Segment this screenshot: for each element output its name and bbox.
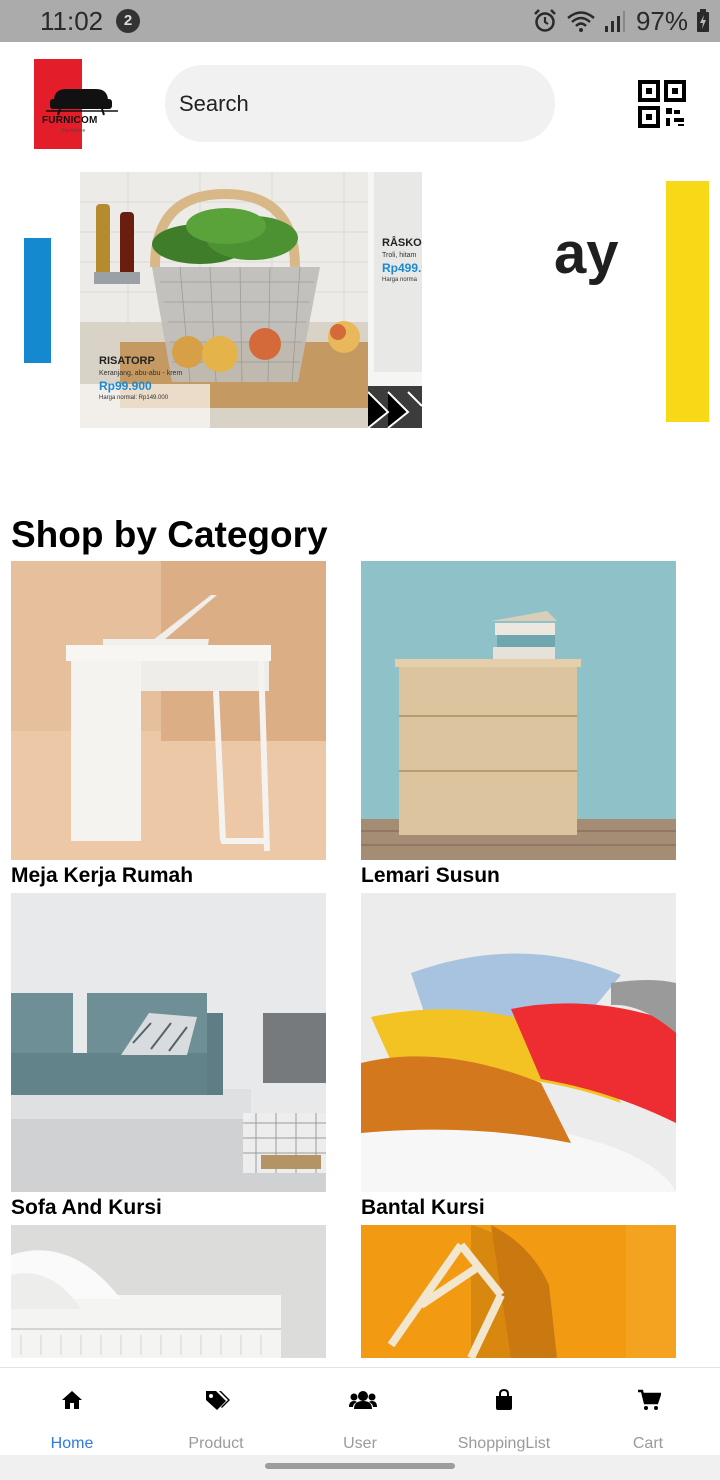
logo-tagline: Furniture bbox=[62, 128, 86, 134]
promo-product-desc: Keranjang, abu-abu - krem bbox=[99, 370, 183, 377]
category-image[interactable] bbox=[361, 1225, 676, 1358]
promo2-product-desc: Troli, hitam bbox=[382, 252, 417, 259]
nav-label: Cart bbox=[632, 1435, 664, 1452]
nav-item-user[interactable]: User bbox=[288, 1368, 432, 1456]
logo-wordmark: FURNICOM bbox=[42, 115, 98, 126]
banner-blue-bar bbox=[24, 238, 51, 363]
desk-photo bbox=[11, 561, 326, 860]
promo-normal-price: Harga normal: Rp149.000 bbox=[99, 395, 169, 401]
status-icons: 97% bbox=[524, 6, 710, 36]
category-label: Meja Kerja Rumah bbox=[11, 864, 194, 887]
category-image[interactable] bbox=[11, 561, 326, 860]
category-image[interactable] bbox=[11, 1225, 326, 1358]
category-card-sofa-kursi[interactable]: Sofa And Kursi bbox=[11, 893, 326, 1220]
promo2-product-price: Rp499.0 bbox=[382, 261, 422, 275]
nav-label: User bbox=[343, 1435, 377, 1452]
banner-partial-text: ay bbox=[554, 221, 619, 286]
home-icon bbox=[62, 1391, 82, 1409]
dresser-photo bbox=[361, 561, 676, 860]
category-card-bantal-kursi[interactable]: Bantal Kursi bbox=[361, 893, 676, 1220]
notification-badge: 2 bbox=[116, 9, 140, 33]
category-card-tempat-tidur[interactable] bbox=[11, 1225, 326, 1358]
section-title: Shop by Category bbox=[11, 514, 328, 555]
mattress-photo bbox=[11, 1225, 326, 1358]
battery-charging-icon bbox=[697, 9, 709, 32]
nav-item-shoppinglist[interactable]: ShoppingList bbox=[432, 1368, 576, 1456]
chair-photo bbox=[361, 1225, 676, 1358]
tags-icon bbox=[206, 1391, 230, 1410]
promo-product-name: RISATORP bbox=[99, 355, 155, 367]
app-header: FURNICOM Furniture Search bbox=[0, 42, 720, 168]
category-card-meja-kerja[interactable]: Meja Kerja Rumah bbox=[11, 561, 326, 888]
wifi-icon bbox=[567, 11, 595, 32]
furnicom-logo[interactable]: FURNICOM Furniture bbox=[34, 59, 122, 149]
promo-image-rasko[interactable]: RÅSKO Troli, hitam Rp499.0 Harga norma bbox=[368, 172, 422, 428]
status-bar: 11:02 2 97% bbox=[0, 0, 720, 42]
category-card-lemari-susun[interactable]: Lemari Susun bbox=[361, 561, 676, 888]
qr-code-icon[interactable] bbox=[638, 80, 686, 128]
cushions-photo bbox=[361, 893, 676, 1192]
nav-item-home[interactable]: Home bbox=[0, 1368, 144, 1456]
promo2-normal-price: Harga norma bbox=[382, 277, 418, 283]
category-label: Sofa And Kursi bbox=[11, 1196, 162, 1219]
nav-label: ShoppingList bbox=[457, 1435, 551, 1452]
nav-item-product[interactable]: Product bbox=[144, 1368, 288, 1456]
cart-trolley-photo bbox=[368, 172, 422, 428]
category-image[interactable] bbox=[361, 893, 676, 1192]
nav-label: Product bbox=[188, 1435, 244, 1452]
sofa-photo bbox=[11, 893, 326, 1192]
promo2-product-name: RÅSKO bbox=[382, 237, 422, 249]
promo-product-price: Rp99.900 bbox=[99, 379, 152, 393]
banner-yellow-bar bbox=[666, 181, 709, 422]
promo-image-risatorp[interactable]: RISATORP Keranjang, abu-abu - krem Rp99.… bbox=[80, 172, 368, 428]
search-input[interactable]: Search bbox=[165, 65, 555, 142]
bottom-navigation: Home Product User ShoppingList Cart bbox=[0, 1367, 720, 1455]
gesture-area bbox=[0, 1455, 720, 1480]
users-icon bbox=[349, 1391, 377, 1409]
search-placeholder: Search bbox=[179, 91, 249, 116]
battery-percent: 97% bbox=[635, 5, 688, 36]
promo-banner-carousel[interactable]: RISATORP Keranjang, abu-abu - krem Rp99.… bbox=[0, 168, 720, 438]
category-image[interactable] bbox=[11, 893, 326, 1192]
signal-icon bbox=[604, 11, 625, 32]
nav-item-cart[interactable]: Cart bbox=[576, 1368, 720, 1456]
gesture-handle[interactable] bbox=[265, 1463, 455, 1469]
shopping-bag-icon bbox=[496, 1389, 512, 1410]
category-card-kursi[interactable] bbox=[361, 1225, 676, 1358]
alarm-icon bbox=[534, 9, 556, 32]
nav-label: Home bbox=[50, 1435, 94, 1452]
category-label: Bantal Kursi bbox=[361, 1196, 485, 1219]
cart-icon bbox=[638, 1389, 661, 1410]
status-time: 11:02 bbox=[40, 6, 104, 36]
category-label: Lemari Susun bbox=[361, 864, 500, 887]
category-image[interactable] bbox=[361, 561, 676, 860]
